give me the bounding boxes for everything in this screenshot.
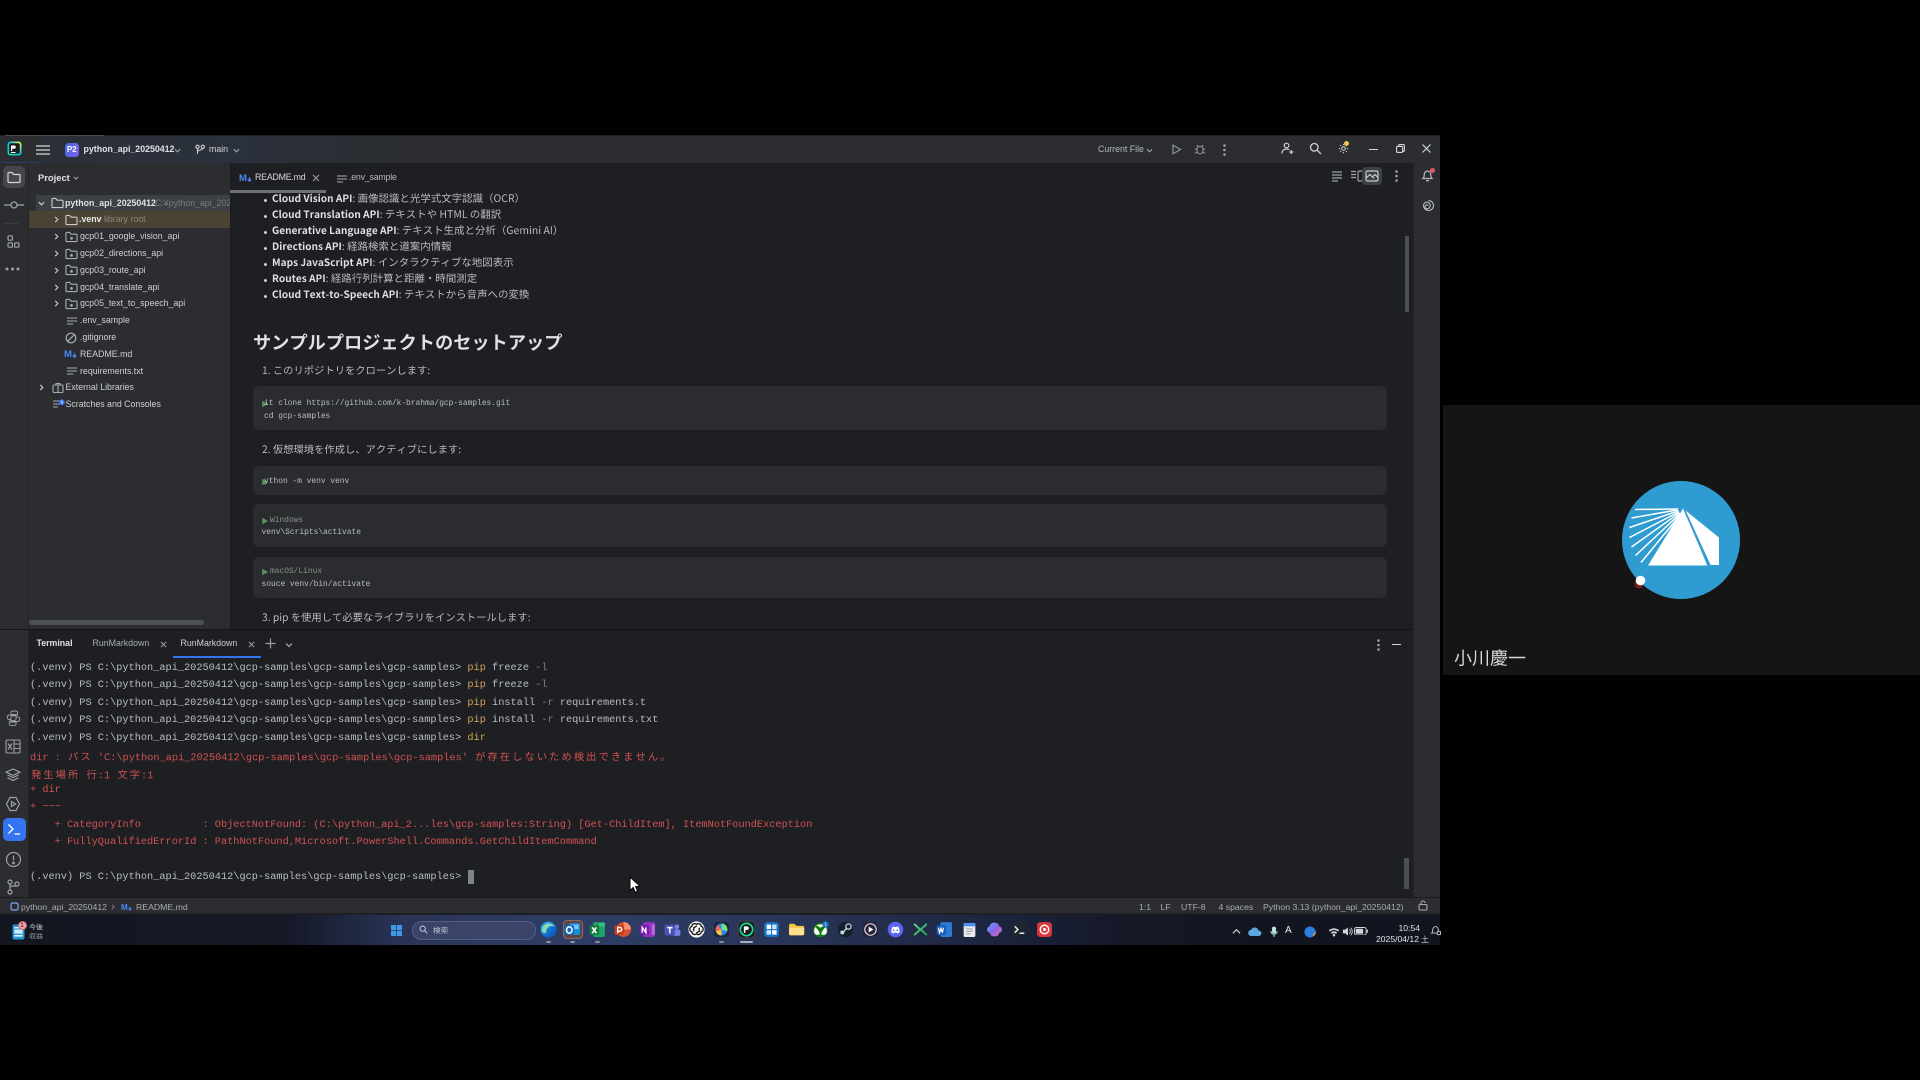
svg-text:M: M — [239, 173, 247, 183]
svg-text:M: M — [64, 349, 72, 359]
svg-text:M: M — [121, 903, 128, 912]
